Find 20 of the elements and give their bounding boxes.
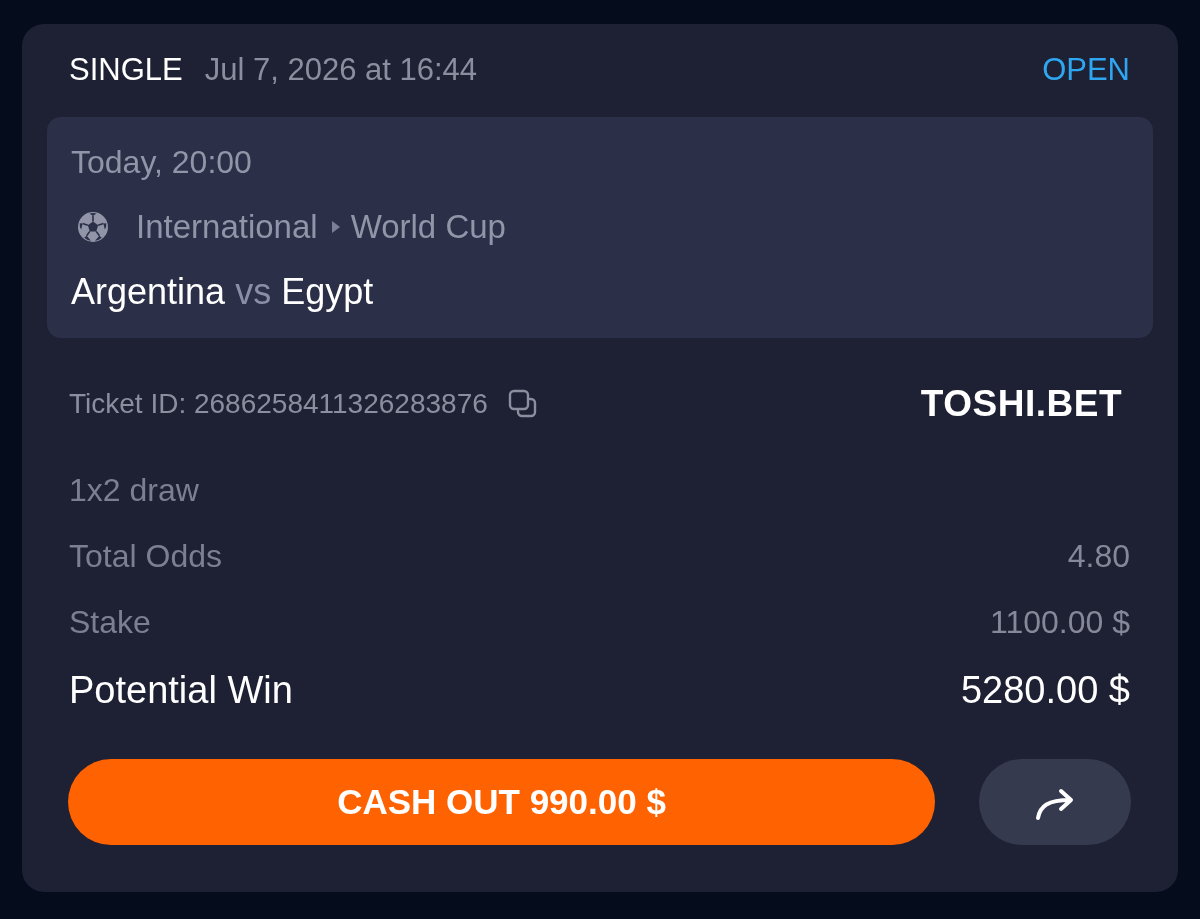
soccer-ball-icon: [77, 211, 109, 243]
summary-value: 4.80: [1067, 537, 1130, 576]
ticket-id: Ticket ID: 2686258411326283876: [69, 387, 488, 421]
summary-label: Total Odds: [69, 537, 222, 576]
status-label: OPEN: [1042, 51, 1130, 89]
cash-out-button[interactable]: CASH OUT 990.00 $: [68, 759, 935, 845]
breadcrumb-item: International: [136, 207, 318, 247]
bet-type-label: SINGLE: [69, 51, 183, 89]
breadcrumb-item: World Cup: [350, 207, 506, 247]
event-time: Today, 20:00: [71, 143, 252, 182]
summary-label: Stake: [69, 603, 151, 642]
summary-value: 5280.00 $: [960, 668, 1130, 713]
brand-logo: TOSHI.BET: [920, 384, 1122, 424]
match-teams: Argentina vs Egypt: [71, 272, 374, 312]
placed-date: Jul 7, 2026 at 16:44: [204, 51, 478, 89]
caret-icon: [331, 221, 340, 233]
summary-value: 1100.00 $: [990, 603, 1130, 642]
summary-label: Potential Win: [69, 668, 293, 713]
copy-icon[interactable]: [507, 389, 538, 419]
market-selection: 1x2 draw: [69, 471, 199, 510]
